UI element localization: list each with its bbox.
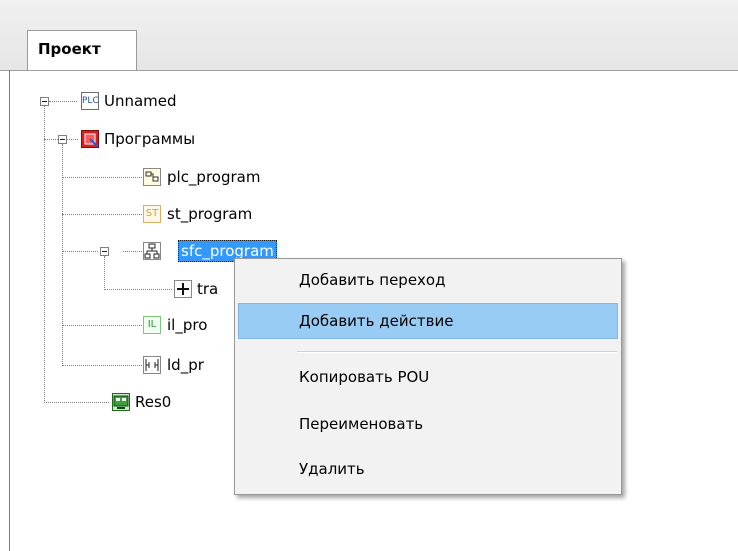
programs-icon [81, 130, 99, 148]
tree-line [123, 251, 142, 252]
tree-line [66, 139, 78, 140]
tree-item-il-program[interactable]: il_pro [167, 314, 207, 336]
tree-item-ld-program[interactable]: ld_pr [167, 354, 204, 376]
tree-line [62, 325, 142, 326]
tree-line [104, 289, 172, 290]
sfc-icon [143, 242, 161, 260]
tree-line [62, 214, 142, 215]
context-menu: Добавить переход Добавить действие Копир… [234, 258, 622, 495]
menu-separator [297, 351, 617, 353]
tree-item-programs[interactable]: Программы [104, 128, 195, 150]
menu-item-rename[interactable]: Переименовать [235, 407, 621, 443]
menu-item-copy-pou[interactable]: Копировать POU [235, 360, 621, 396]
tree-item-unnamed[interactable]: Unnamed [104, 90, 177, 112]
il-icon: IL [143, 316, 161, 334]
tree-line [104, 256, 105, 290]
menu-item-add-transition[interactable]: Добавить переход [235, 263, 621, 299]
st-icon: ST [143, 205, 161, 223]
plc-icon: PLC [81, 92, 99, 110]
tree-item-plc-program[interactable]: plc_program [167, 166, 260, 188]
ld-icon [143, 356, 161, 374]
tree-line [44, 402, 109, 403]
tree-line [44, 106, 45, 403]
menu-item-add-action[interactable]: Добавить действие [238, 303, 618, 339]
collapse-icon[interactable] [40, 97, 49, 106]
menu-item-delete[interactable]: Удалить [235, 452, 621, 488]
collapse-icon[interactable] [58, 135, 67, 144]
tree-line [44, 139, 58, 140]
tree-line [62, 177, 142, 178]
resource-icon [112, 393, 130, 411]
tree-line [62, 365, 142, 366]
transition-icon [174, 280, 192, 298]
collapse-icon[interactable] [100, 247, 109, 256]
fbd-icon [143, 168, 161, 186]
tree-line [49, 101, 77, 102]
tree-item-st-program[interactable]: st_program [167, 203, 252, 225]
tree-item-transition[interactable]: tra [197, 278, 218, 300]
tree-item-res0[interactable]: Res0 [135, 391, 171, 413]
tree-line [62, 251, 98, 252]
